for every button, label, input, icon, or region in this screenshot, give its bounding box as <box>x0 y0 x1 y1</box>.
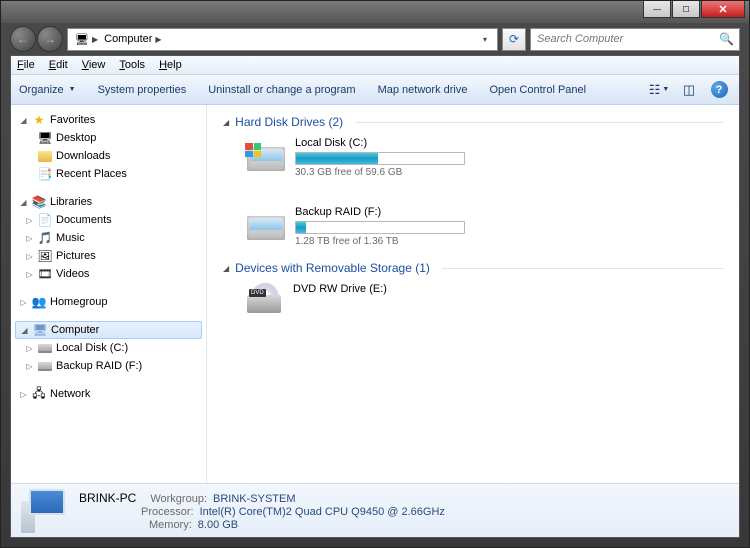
tree-computer[interactable]: ◢🖥Computer <box>15 321 202 339</box>
tree-pictures[interactable]: ▷🖼Pictures <box>11 247 206 265</box>
address-dropdown-icon[interactable]: ▾ <box>477 35 493 44</box>
details-pc-name: BRINK-PC <box>79 491 136 505</box>
minimize-button[interactable]: — <box>643 1 671 18</box>
map-network-drive-button[interactable]: Map network drive <box>378 84 468 96</box>
details-workgroup: BRINK-SYSTEM <box>213 493 296 505</box>
drive-name: Backup RAID (F:) <box>295 206 477 218</box>
system-properties-button[interactable]: System properties <box>98 84 187 96</box>
tree-videos[interactable]: ▷🎞Videos <box>11 265 206 283</box>
tree-homegroup[interactable]: ▷👥Homegroup <box>11 293 206 311</box>
menu-bar: File Edit View Tools Help <box>11 56 739 75</box>
section-hard-disk-drives[interactable]: ◢Hard Disk Drives (2) <box>223 115 723 129</box>
uninstall-program-button[interactable]: Uninstall or change a program <box>208 84 355 96</box>
dvd-drive-icon: DVD <box>247 283 285 313</box>
tree-favorites[interactable]: ◢★Favorites <box>11 111 206 129</box>
homegroup-icon: 👥 <box>31 294 47 310</box>
open-control-panel-button[interactable]: Open Control Panel <box>489 84 586 96</box>
computer-icon: 🖥 <box>32 322 48 338</box>
network-icon: 🖧 <box>31 386 47 402</box>
preview-pane-button[interactable]: ◫ <box>677 79 701 101</box>
documents-icon: 📄 <box>37 212 53 228</box>
navigation-tree: ◢★Favorites 🖥Desktop Downloads 📑Recent P… <box>11 105 207 483</box>
menu-tools[interactable]: Tools <box>119 59 145 71</box>
tree-libraries[interactable]: ◢📚Libraries <box>11 193 206 211</box>
tree-recent-places[interactable]: 📑Recent Places <box>11 165 206 183</box>
drive-free-text: 1.28 TB free of 1.36 TB <box>295 236 477 247</box>
tree-desktop[interactable]: 🖥Desktop <box>11 129 206 147</box>
close-button[interactable]: ✕ <box>701 1 745 18</box>
address-bar[interactable]: 🖥▶ Computer▶ ▾ <box>67 28 498 51</box>
recent-icon: 📑 <box>37 166 53 182</box>
breadcrumb-segment[interactable]: Computer <box>104 33 152 45</box>
tree-downloads[interactable]: Downloads <box>11 147 206 165</box>
drive-local-disk-c[interactable]: Local Disk (C:) 30.3 GB free of 59.6 GB <box>247 137 477 178</box>
content-pane: ◢Hard Disk Drives (2) Local Disk (C:) 30… <box>207 105 739 483</box>
tree-documents[interactable]: ▷📄Documents <box>11 211 206 229</box>
help-icon: ? <box>711 81 728 98</box>
menu-help[interactable]: Help <box>159 59 182 71</box>
explorer-window: — ☐ ✕ ← → 🖥▶ Computer▶ ▾ ⟳ 🔍 File Edit V… <box>0 0 750 548</box>
details-processor-label: Processor: <box>141 506 194 518</box>
titlebar: — ☐ ✕ <box>1 1 749 23</box>
capacity-bar <box>295 152 465 165</box>
help-button[interactable]: ? <box>707 79 731 101</box>
search-icon: 🔍 <box>719 32 733 46</box>
details-processor: Intel(R) Core(TM)2 Quad CPU Q9450 @ 2.66… <box>200 506 445 518</box>
organize-button[interactable]: Organize▼ <box>19 84 76 96</box>
menu-view[interactable]: View <box>82 59 106 71</box>
menu-file[interactable]: File <box>17 59 35 71</box>
hdd-icon <box>247 137 287 173</box>
tree-music[interactable]: ▷🎵Music <box>11 229 206 247</box>
tree-backup-raid-f[interactable]: ▷Backup RAID (F:) <box>11 357 206 375</box>
computer-large-icon <box>21 489 69 533</box>
refresh-button[interactable]: ⟳ <box>502 28 526 51</box>
menu-edit[interactable]: Edit <box>49 59 68 71</box>
details-pane: BRINK-PC Workgroup: BRINK-SYSTEM Process… <box>11 483 739 537</box>
hdd-icon <box>247 206 287 242</box>
view-options-button[interactable]: ☷▼ <box>647 79 671 101</box>
drive-icon <box>37 358 53 374</box>
search-box[interactable]: 🔍 <box>530 28 740 51</box>
music-icon: 🎵 <box>37 230 53 246</box>
drive-name: Local Disk (C:) <box>295 137 477 149</box>
star-icon: ★ <box>31 112 47 128</box>
tree-network[interactable]: ▷🖧Network <box>11 385 206 403</box>
details-workgroup-label: Workgroup: <box>150 493 207 505</box>
computer-icon: 🖥 <box>75 33 89 46</box>
videos-icon: 🎞 <box>37 266 53 282</box>
section-removable-storage[interactable]: ◢Devices with Removable Storage (1) <box>223 261 723 275</box>
pictures-icon: 🖼 <box>37 248 53 264</box>
details-memory: 8.00 GB <box>198 519 238 531</box>
maximize-button[interactable]: ☐ <box>672 1 700 18</box>
folder-icon <box>37 148 53 164</box>
capacity-bar <box>295 221 465 234</box>
drive-free-text: 30.3 GB free of 59.6 GB <box>295 167 477 178</box>
drive-backup-raid-f[interactable]: Backup RAID (F:) 1.28 TB free of 1.36 TB <box>247 206 477 247</box>
search-input[interactable] <box>537 33 719 45</box>
details-memory-label: Memory: <box>149 519 192 531</box>
back-button[interactable]: ← <box>10 26 36 52</box>
desktop-icon: 🖥 <box>37 130 53 146</box>
command-bar: Organize▼ System properties Uninstall or… <box>11 75 739 105</box>
libraries-icon: 📚 <box>31 194 47 210</box>
nav-bar: ← → 🖥▶ Computer▶ ▾ ⟳ 🔍 <box>10 23 740 55</box>
forward-button[interactable]: → <box>37 26 63 52</box>
drive-dvd-rw-e[interactable]: DVD DVD RW Drive (E:) <box>247 283 477 313</box>
drive-icon <box>37 340 53 356</box>
tree-local-disk-c[interactable]: ▷Local Disk (C:) <box>11 339 206 357</box>
drive-name: DVD RW Drive (E:) <box>293 283 477 295</box>
